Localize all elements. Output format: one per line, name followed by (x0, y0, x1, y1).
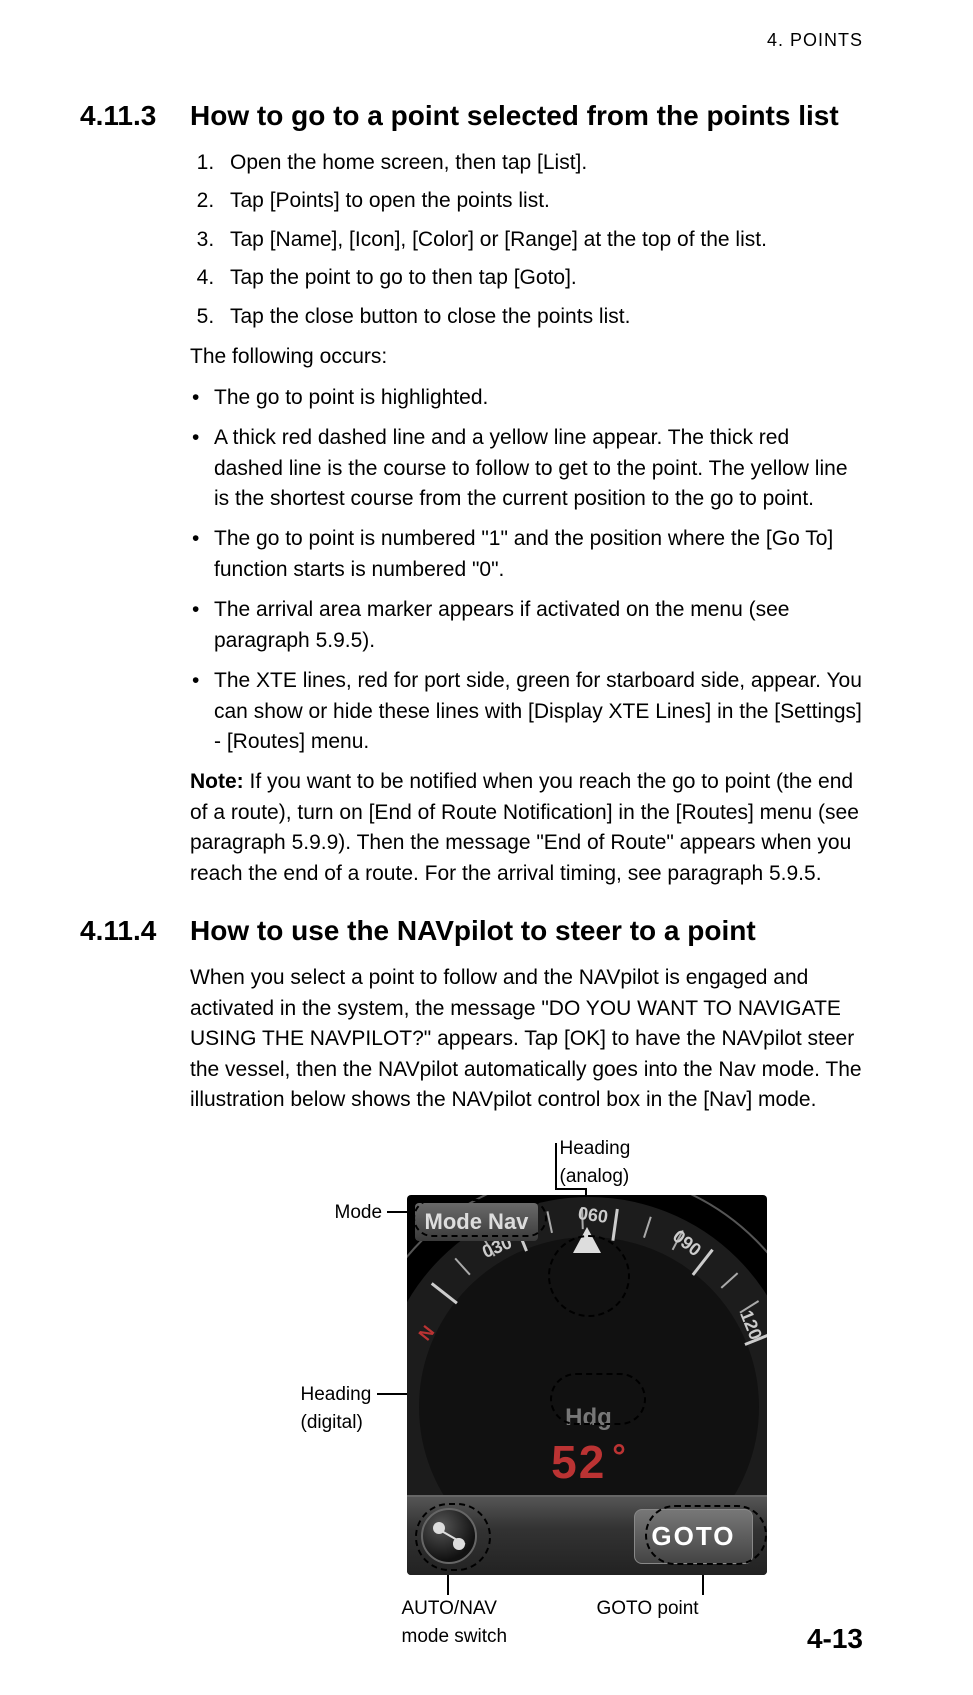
manual-page: 4. POINTS 4.11.3 How to go to a point se… (0, 0, 973, 1695)
section-number: 4.11.3 (80, 100, 190, 132)
callout-line (555, 1143, 557, 1188)
mode-indicator[interactable]: Mode Nav (415, 1203, 539, 1241)
bullet-item: The go to point is highlighted. (190, 383, 863, 413)
section-4-11-4: 4.11.4 How to use the NAVpilot to steer … (80, 915, 863, 1695)
callout-mode: Mode (335, 1199, 383, 1227)
step-item: Tap the close button to close the points… (220, 302, 863, 332)
following-intro: The following occurs: (190, 342, 863, 372)
bullet-item: The arrival area marker appears if activ… (190, 595, 863, 656)
callout-heading-digital: Heading (digital) (301, 1381, 372, 1436)
section-paragraph: When you select a point to follow and th… (190, 963, 863, 1115)
bullet-item: A thick red dashed line and a yellow lin… (190, 423, 863, 514)
callout-goto-point: GOTO point (597, 1595, 699, 1623)
callout-auto-nav-switch: AUTO/NAV mode switch (402, 1595, 508, 1650)
hdg-value-wrap: 52° (551, 1429, 626, 1496)
callout-line (555, 1188, 585, 1190)
hdg-value: 52 (551, 1436, 606, 1488)
bullet-list: The go to point is highlighted. A thick … (190, 383, 863, 758)
navpilot-bottom-bar: GOTO (407, 1495, 767, 1575)
note-paragraph: Note: If you want to be notified when yo… (190, 767, 863, 889)
hdg-unit: ° (612, 1438, 626, 1476)
step-item: Tap [Points] to open the points list. (220, 186, 863, 216)
section-title: How to use the NAVpilot to steer to a po… (190, 915, 863, 947)
running-header: 4. POINTS (767, 30, 863, 51)
page-number: 4-13 (807, 1623, 863, 1655)
navpilot-control-box: N 030 060 090 120 Hdg 52° Mode Nav (407, 1195, 767, 1575)
note-text: If you want to be notified when you reac… (190, 770, 859, 884)
section-4-11-3: 4.11.3 How to go to a point selected fro… (80, 100, 863, 889)
heading-pointer-icon (573, 1227, 601, 1253)
route-icon (453, 1538, 463, 1548)
bullet-item: The XTE lines, red for port side, green … (190, 666, 863, 757)
auto-nav-mode-switch-button[interactable] (421, 1508, 477, 1564)
bullet-item: The go to point is numbered "1" and the … (190, 524, 863, 585)
compass-label-060: 060 (576, 1200, 609, 1230)
navpilot-figure: Heading (analog) Mode Heading (digital) … (197, 1135, 857, 1695)
steps-list: Open the home screen, then tap [List]. T… (190, 148, 863, 332)
callout-heading-analog: Heading (analog) (560, 1135, 631, 1190)
goto-button[interactable]: GOTO (634, 1509, 752, 1565)
route-icon (438, 1529, 465, 1546)
step-item: Tap [Name], [Icon], [Color] or [Range] a… (220, 225, 863, 255)
section-title: How to go to a point selected from the p… (190, 100, 863, 132)
section-number: 4.11.4 (80, 915, 190, 947)
note-label: Note: (190, 770, 244, 793)
step-item: Tap the point to go to then tap [Goto]. (220, 263, 863, 293)
step-item: Open the home screen, then tap [List]. (220, 148, 863, 178)
